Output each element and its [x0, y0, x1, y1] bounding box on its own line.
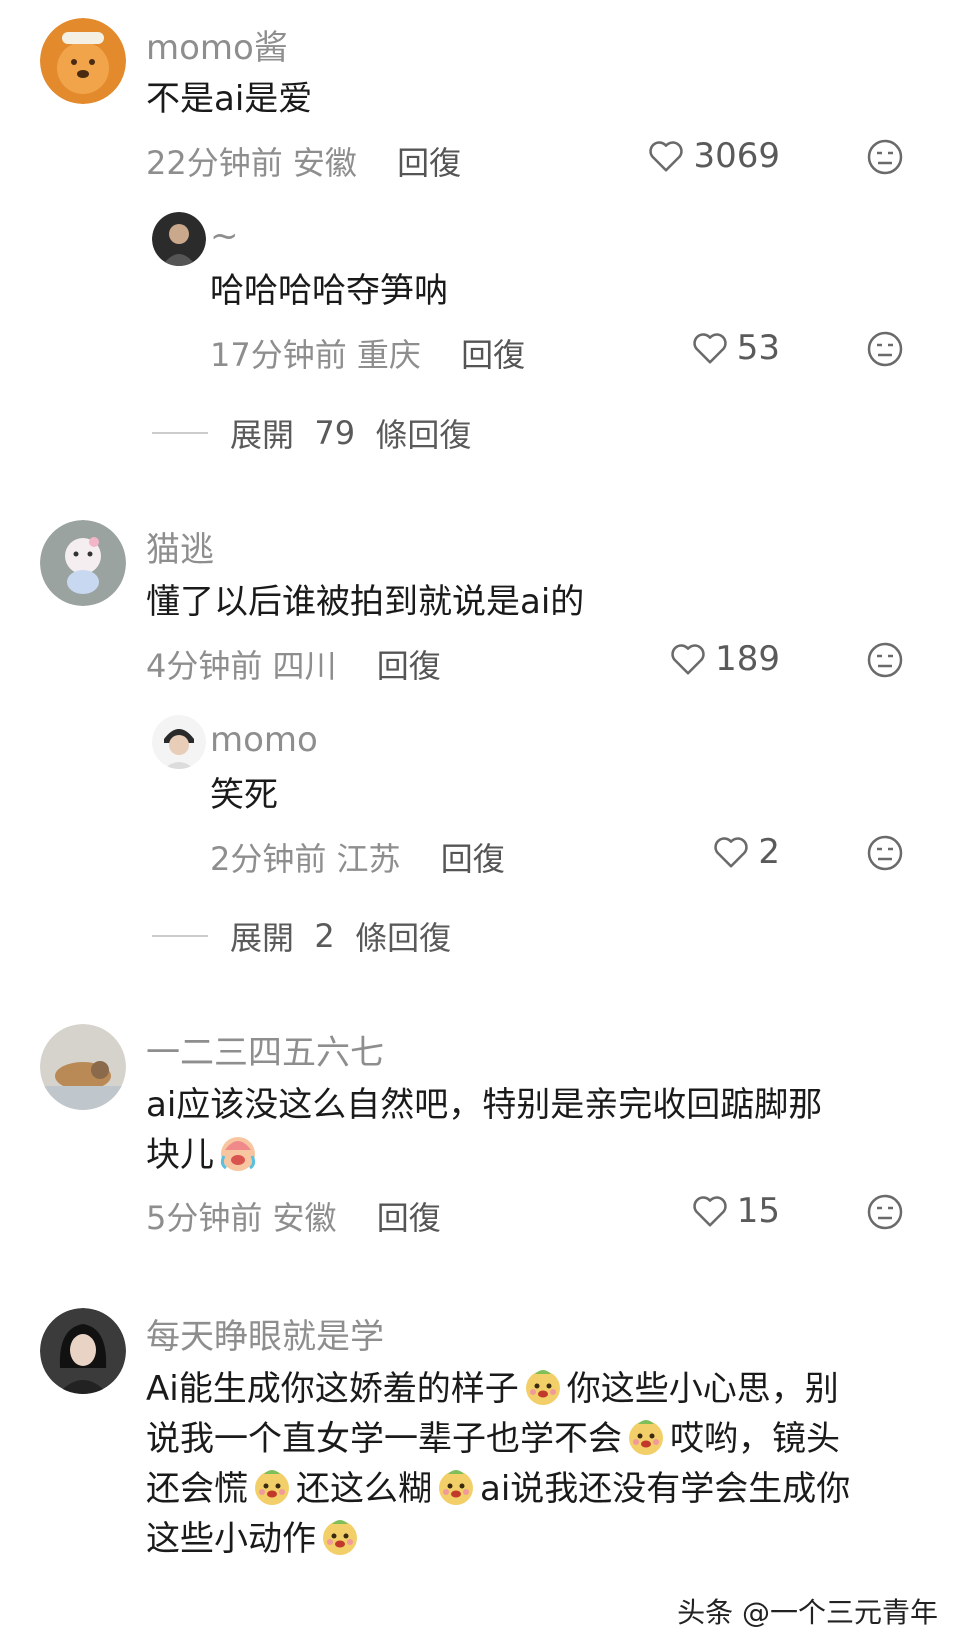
comment-text: ai应该没这么自然吧，特别是亲完收回踮脚那 块儿 — [146, 1080, 822, 1180]
like-count: 3069 — [693, 136, 780, 176]
like-button[interactable]: 2 — [712, 832, 780, 872]
reply-button[interactable]: 回復 — [377, 647, 441, 685]
comment-segment: 还这么糊 — [296, 1469, 432, 1509]
username[interactable]: 一二三四五六七 — [146, 1025, 384, 1074]
reply-button[interactable]: 回復 — [397, 144, 461, 182]
timestamp: 4分钟前 — [146, 647, 263, 685]
like-count: 189 — [715, 639, 780, 679]
heart-outline-icon — [714, 837, 749, 868]
comment-segment: 这些小动作 — [146, 1519, 316, 1559]
shy-dog-emoji — [629, 1420, 663, 1455]
comment-segment: ai说我还没有学会生成你 — [480, 1469, 851, 1509]
username[interactable]: momo — [210, 720, 318, 760]
like-button[interactable]: 3069 — [647, 136, 780, 176]
username[interactable]: momo酱 — [146, 20, 288, 69]
unhappy-face-icon[interactable] — [866, 834, 904, 872]
heart-outline-icon — [693, 1196, 727, 1227]
reply-button[interactable]: 回復 — [377, 1199, 441, 1237]
comment-line: ai应该没这么自然吧，特别是亲完收回踮脚那 — [146, 1085, 823, 1125]
like-count: 15 — [736, 1191, 780, 1231]
like-count: 2 — [758, 832, 780, 872]
comment-meta: 4分钟前 四川 回復 — [146, 641, 441, 687]
watermark: 头条 @一个三元青年 — [677, 1596, 938, 1629]
timestamp: 17分钟前 — [210, 336, 347, 374]
comment-line: 这些小动作 — [146, 1514, 876, 1564]
username[interactable]: 每天睁眼就是学 — [146, 1309, 384, 1358]
reply-text: 笑死 — [210, 775, 278, 815]
shy-dog-emoji — [525, 1370, 560, 1405]
unhappy-face-icon[interactable] — [866, 330, 904, 368]
avatar-momo[interactable] — [40, 18, 126, 104]
comment-line-text: 块儿 — [146, 1135, 214, 1175]
expand-count: 2 — [314, 917, 335, 955]
comment-segment: 哎哟，镜头 — [670, 1419, 840, 1459]
comment-line: Ai能生成你这娇羞的样子 你这些小心思，别 — [146, 1364, 876, 1414]
like-button[interactable]: 189 — [669, 639, 780, 679]
comment-meta: 5分钟前 安徽 回復 — [146, 1193, 441, 1239]
heart-outline-icon — [693, 333, 727, 364]
heart-outline-icon — [649, 141, 684, 172]
shy-dog-emoji — [323, 1520, 357, 1555]
comment-line: 块儿 — [146, 1130, 822, 1180]
comment-segment: 还会慌 — [146, 1469, 248, 1509]
avatar-reply-user[interactable] — [152, 212, 206, 266]
username[interactable]: ~ — [210, 216, 239, 256]
comment-text: 不是ai是爱 — [146, 79, 313, 119]
reply-meta: 17分钟前 重庆 回復 — [210, 330, 525, 376]
expand-suffix: 條回復 — [355, 919, 452, 957]
comment-text: 懂了以后谁被拍到就说是ai的 — [146, 582, 585, 622]
location: 江苏 — [336, 840, 401, 878]
avatar-maotao[interactable] — [40, 520, 126, 606]
username[interactable]: 猫逃 — [146, 522, 214, 571]
timestamp: 2分钟前 — [210, 840, 327, 878]
like-count: 53 — [736, 328, 780, 368]
location: 安徽 — [292, 144, 357, 182]
unhappy-face-icon[interactable] — [866, 641, 904, 679]
reply-text: 哈哈哈哈夺笋呐 — [210, 271, 448, 311]
avatar-meitian[interactable] — [40, 1308, 126, 1394]
crying-laugh-emoji — [220, 1137, 256, 1171]
like-button[interactable]: 15 — [691, 1191, 780, 1231]
reply-button[interactable]: 回復 — [441, 840, 505, 878]
unhappy-face-icon[interactable] — [866, 1193, 904, 1231]
reply-meta: 2分钟前 江苏 回復 — [210, 834, 505, 880]
comment-segment: 说我一个直女学一辈子也学不会 — [146, 1419, 622, 1459]
expand-replies-button[interactable]: 展開 2 條回復 — [152, 913, 451, 959]
heart-outline-icon — [671, 644, 705, 675]
reply-button[interactable]: 回復 — [461, 336, 525, 374]
like-button[interactable]: 53 — [691, 328, 780, 368]
shy-dog-emoji — [439, 1470, 473, 1505]
location: 重庆 — [356, 336, 421, 374]
divider — [152, 935, 208, 937]
timestamp: 22分钟前 — [146, 144, 283, 182]
timestamp: 5分钟前 — [146, 1199, 263, 1237]
location: 安徽 — [272, 1199, 337, 1237]
comment-segment: Ai能生成你这娇羞的样子 — [146, 1369, 519, 1409]
expand-replies-button[interactable]: 展開 79 條回復 — [152, 410, 471, 456]
avatar-yiersan[interactable] — [40, 1024, 126, 1110]
expand-count: 79 — [314, 414, 356, 452]
expand-label: 展開 — [230, 919, 295, 957]
comment-meta: 22分钟前 安徽 回復 — [146, 138, 461, 184]
avatar-reply-user[interactable] — [152, 715, 206, 769]
comment-line: 说我一个直女学一辈子也学不会 哎哟，镜头 — [146, 1414, 876, 1464]
comment-text: Ai能生成你这娇羞的样子 你这些小心思，别 说我一个直女学一辈子也学不会 哎哟，镜头… — [146, 1364, 876, 1564]
expand-suffix: 條回復 — [375, 416, 472, 454]
comment-segment: 你这些小心思，别 — [566, 1369, 839, 1409]
shy-dog-emoji — [255, 1470, 289, 1505]
unhappy-face-icon[interactable] — [866, 138, 904, 176]
divider — [152, 432, 208, 434]
expand-label: 展開 — [230, 416, 295, 454]
comment-line: 还会慌 还这么糊 ai说我还没有学会生成你 — [146, 1464, 876, 1514]
location: 四川 — [272, 647, 337, 685]
